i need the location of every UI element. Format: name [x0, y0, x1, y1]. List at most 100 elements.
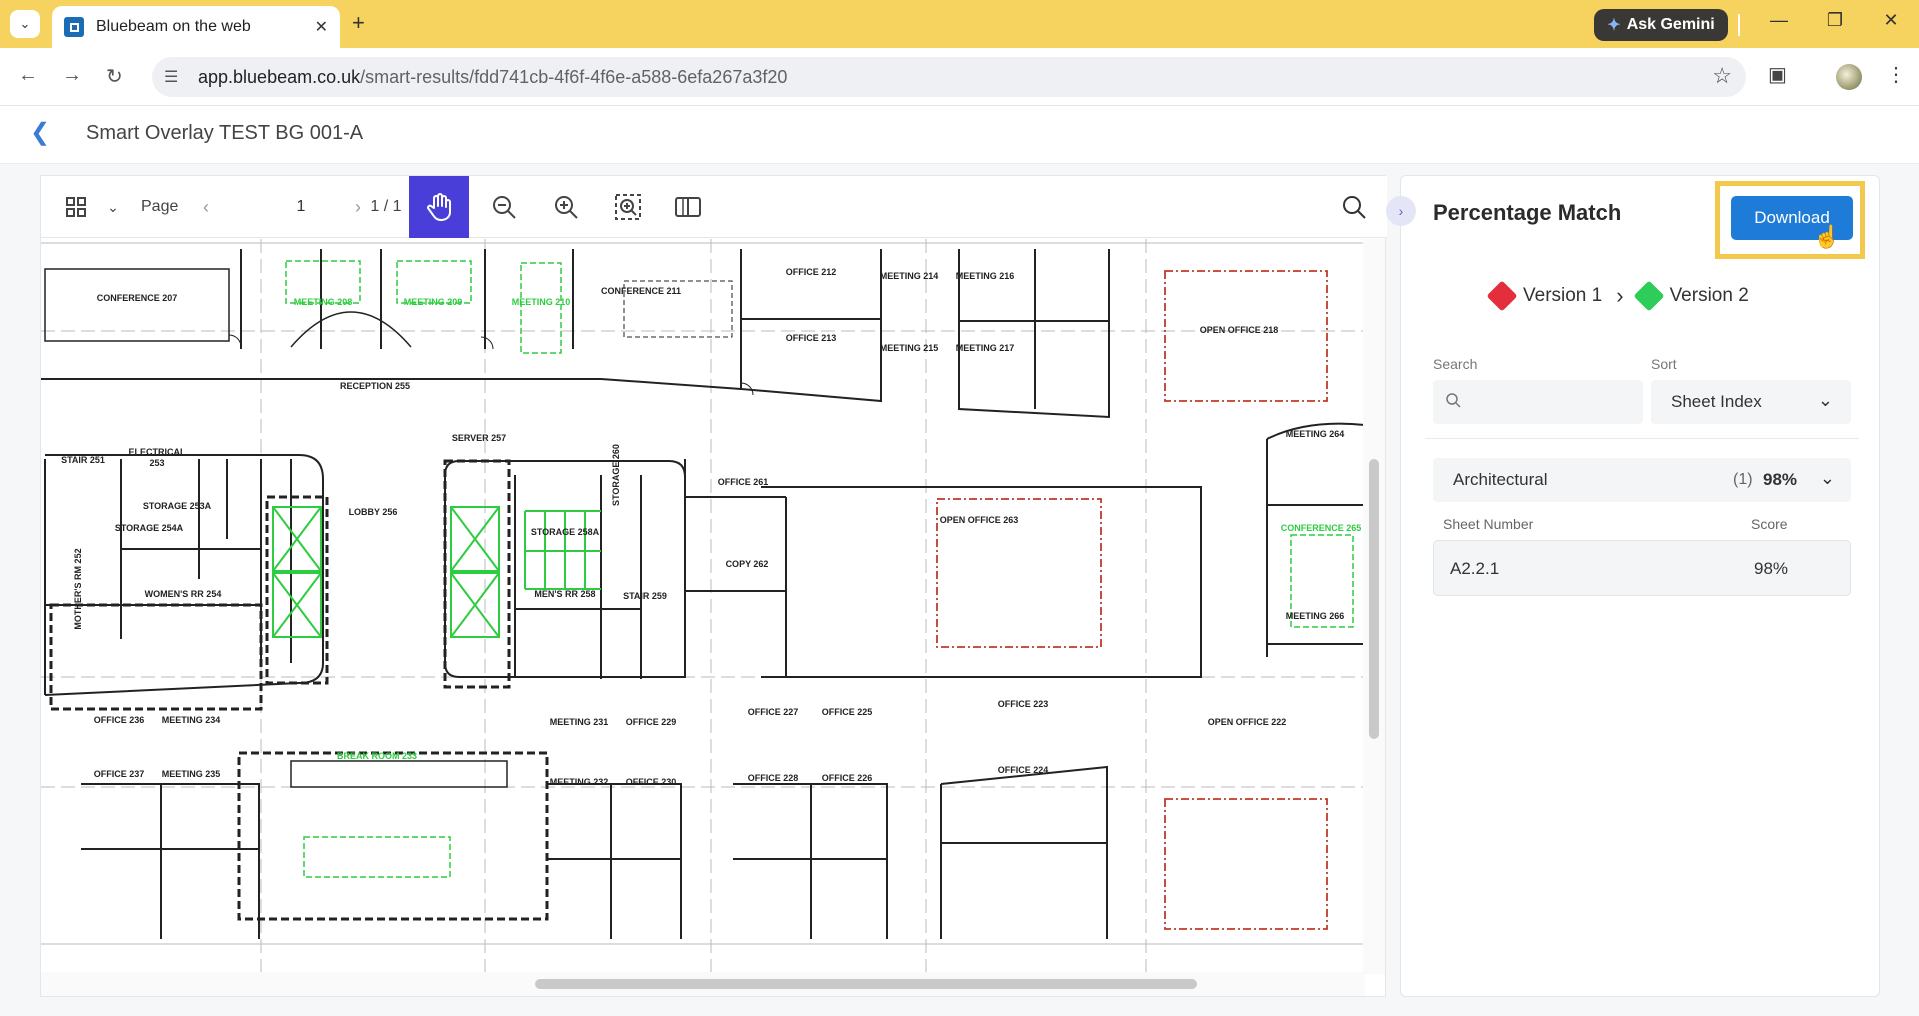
- room-label: STORAGE 260: [611, 444, 621, 506]
- room-label: MEETING 210: [512, 297, 571, 307]
- page-title: Smart Overlay TEST BG 001-A: [86, 122, 364, 144]
- sort-label: Sort: [1651, 356, 1677, 372]
- view-dropdown-chevron-icon[interactable]: ⌄: [101, 190, 125, 224]
- tabbar-divider: [1738, 14, 1740, 36]
- sort-value: Sheet Index: [1671, 392, 1762, 411]
- url-host: app.bluebeam.co.uk: [198, 67, 361, 87]
- tab-title: Bluebeam on the web: [96, 18, 251, 35]
- search-box[interactable]: [1433, 380, 1643, 424]
- room-label: OFFICE 226: [822, 773, 873, 783]
- restore-icon[interactable]: ❐: [1820, 10, 1850, 31]
- group-name: Architectural: [1453, 470, 1548, 489]
- panel-title: Percentage Match: [1433, 200, 1622, 225]
- room-label: OFFICE 237: [94, 769, 145, 779]
- chevron-down-icon: ⌄: [19, 16, 31, 31]
- zoom-area-icon[interactable]: [611, 190, 645, 224]
- zoom-in-icon[interactable]: [549, 190, 583, 224]
- browser-tab[interactable]: Bluebeam on the web ✕: [52, 6, 340, 48]
- new-tab-plus-icon[interactable]: +: [352, 10, 365, 36]
- horizontal-scrollbar[interactable]: [41, 972, 1365, 996]
- room-label: OPEN OFFICE 222: [1208, 717, 1287, 727]
- document-viewer: ⌄ Page ‹ › 1 / 1: [40, 175, 1387, 997]
- room-label: MEETING 234: [162, 715, 221, 725]
- prev-page-icon[interactable]: ‹: [203, 190, 209, 224]
- room-label: OFFICE 227: [748, 707, 799, 717]
- url-omnibox[interactable]: ☰ app.bluebeam.co.uk/smart-results/fdd74…: [152, 57, 1746, 97]
- site-settings-icon[interactable]: ☰: [164, 67, 178, 87]
- room-label: ELECTRICAL: [129, 447, 186, 457]
- room-label: MEETING 208: [294, 297, 353, 307]
- tab-list-button[interactable]: ⌄: [10, 10, 40, 38]
- hand-icon: [427, 193, 451, 221]
- room-label: OFFICE 212: [786, 267, 837, 277]
- room-label: MOTHER'S RM 252: [73, 548, 83, 629]
- room-label: MEETING 264: [1286, 429, 1345, 439]
- window-close-icon[interactable]: ✕: [1876, 10, 1906, 31]
- chevron-down-icon: ⌄: [1817, 390, 1833, 410]
- column-header-score: Score: [1751, 516, 1788, 532]
- horizontal-scroll-thumb[interactable]: [535, 979, 1197, 989]
- grid-view-icon[interactable]: [59, 190, 93, 224]
- room-label: MEETING 231: [550, 717, 609, 727]
- bookmark-star-icon[interactable]: ☆: [1712, 63, 1732, 89]
- room-label: STORAGE 253A: [143, 501, 212, 511]
- version-comparison: Version 1 › Version 2: [1486, 278, 1749, 314]
- room-label: CONFERENCE 207: [97, 293, 178, 303]
- reload-icon[interactable]: ↻: [106, 64, 123, 89]
- sheet-score: 98%: [1754, 559, 1789, 578]
- version1-label: Version 1: [1523, 285, 1603, 306]
- room-label: STAIR 251: [61, 455, 105, 465]
- split-view-icon[interactable]: [671, 190, 705, 224]
- room-label: CONFERENCE 211: [601, 286, 681, 296]
- vertical-scroll-thumb[interactable]: [1369, 459, 1379, 739]
- room-label: LOBBY 256: [349, 507, 398, 517]
- search-input[interactable]: [1473, 386, 1633, 418]
- room-label: COPY 262: [726, 559, 769, 569]
- search-icon[interactable]: [1337, 190, 1371, 224]
- room-label: MEETING 214: [880, 271, 939, 281]
- version2-label: Version 2: [1669, 285, 1749, 306]
- floor-plan-drawing: CONFERENCE 207 MEETING 208 MEETING 209 MEET…: [41, 239, 1365, 974]
- room-label: OPEN OFFICE 218: [1200, 325, 1279, 335]
- room-label: STAIR 259: [623, 591, 667, 601]
- url-path: /smart-results/fdd741cb-4f6f-4f6e-a588-6…: [360, 67, 788, 87]
- version2-green-diamond-icon: [1633, 280, 1665, 312]
- room-label: OFFICE 229: [626, 717, 677, 727]
- url-text[interactable]: app.bluebeam.co.uk/smart-results/fdd741c…: [198, 67, 787, 88]
- chevron-down-icon: ⌄: [1819, 468, 1835, 488]
- room-label: CONFERENCE 265: [1281, 523, 1362, 533]
- room-label: RECEPTION 255: [340, 381, 410, 391]
- room-label: OFFICE 230: [626, 777, 677, 787]
- search-icon: [1445, 392, 1461, 413]
- viewer-toolbar: ⌄ Page ‹ › 1 / 1: [41, 176, 1387, 238]
- extensions-puzzle-icon[interactable]: ▣: [1768, 62, 1787, 87]
- room-label: BREAK ROOM 233: [337, 751, 417, 761]
- group-row-architectural[interactable]: Architectural (1) 98% ⌄: [1433, 458, 1851, 502]
- room-label: STORAGE 258A: [531, 527, 600, 537]
- forward-arrow-icon[interactable]: →: [62, 64, 82, 87]
- vertical-scrollbar[interactable]: [1363, 239, 1385, 974]
- room-label: MEN'S RR 258: [534, 589, 595, 599]
- search-label: Search: [1433, 356, 1478, 372]
- browser-tab-bar: ⌄ Bluebeam on the web ✕ + ✦ Ask Gemini —…: [0, 0, 1919, 48]
- collapse-panel-chevron-icon[interactable]: ›: [1386, 196, 1416, 226]
- sort-select[interactable]: Sheet Index ⌄: [1651, 380, 1851, 424]
- kebab-menu-icon[interactable]: ⋮: [1886, 62, 1906, 87]
- room-label: WOMEN'S RR 254: [145, 589, 222, 599]
- page-number-input[interactable]: [255, 190, 347, 224]
- profile-avatar[interactable]: [1836, 64, 1862, 90]
- room-label: OFFICE 236: [94, 715, 145, 725]
- drawing-canvas[interactable]: CONFERENCE 207 MEETING 208 MEETING 209 MEET…: [41, 239, 1365, 974]
- room-label: MEETING 209: [404, 297, 463, 307]
- minimize-icon[interactable]: —: [1764, 10, 1794, 31]
- zoom-out-icon[interactable]: [487, 190, 521, 224]
- chevron-right-icon: ›: [1616, 283, 1624, 308]
- back-arrow-icon[interactable]: ←: [18, 64, 38, 87]
- close-icon[interactable]: ✕: [315, 17, 328, 37]
- pan-tool-button[interactable]: [409, 176, 469, 238]
- back-chevron-icon[interactable]: ❮: [30, 118, 50, 147]
- table-row[interactable]: A2.2.1 98%: [1433, 540, 1851, 596]
- bluebeam-favicon-icon: [64, 17, 84, 37]
- column-header-sheet-number: Sheet Number: [1443, 516, 1534, 532]
- ask-gemini-button[interactable]: ✦ Ask Gemini: [1594, 9, 1728, 41]
